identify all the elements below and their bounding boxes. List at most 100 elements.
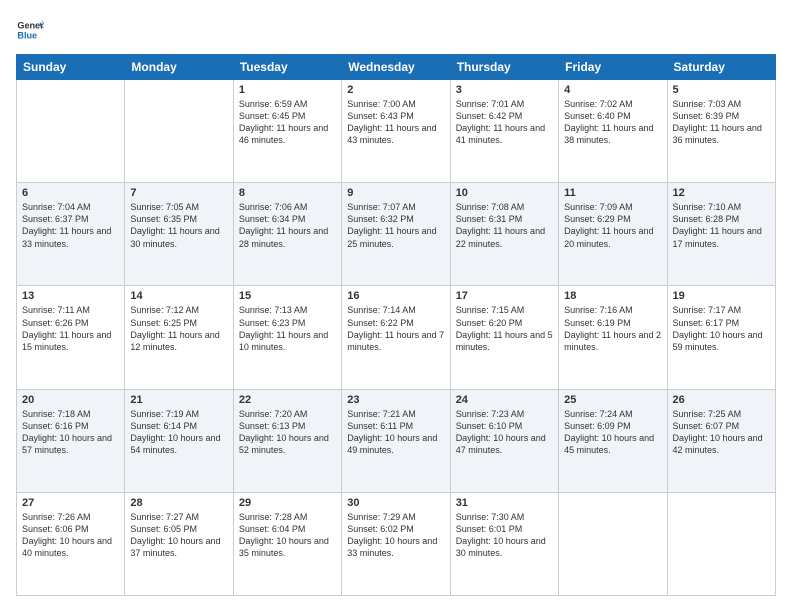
day-cell: 18 Sunrise: 7:16 AM Sunset: 6:19 PM Dayli… <box>559 286 667 389</box>
day-cell: 28Sunrise: 7:27 AM Sunset: 6:05 PM Dayli… <box>125 492 233 595</box>
weekday-header-monday: Monday <box>125 55 233 80</box>
day-number: 23 <box>347 394 444 406</box>
day-cell: 25 Sunrise: 7:24 AM Sunset: 6:09 PM Dayli… <box>559 389 667 492</box>
day-cell: 5 Sunrise: 7:03 AM Sunset: 6:39 PM Daylig… <box>667 80 775 183</box>
day-info: Sunrise: 7:27 AM Sunset: 6:05 PM Dayligh… <box>130 511 227 560</box>
day-number: 17 <box>456 290 553 302</box>
day-number: 22 <box>239 394 336 406</box>
day-number: 3 <box>456 84 553 96</box>
day-cell <box>667 492 775 595</box>
day-number: 1 <box>239 84 336 96</box>
day-info: Sunrise: 7:02 AM Sunset: 6:40 PM Dayligh… <box>564 98 661 147</box>
logo: General Blue <box>16 16 48 44</box>
day-number: 27 <box>22 497 119 509</box>
day-cell: 2Sunrise: 7:00 AM Sunset: 6:43 PM Daylig… <box>342 80 450 183</box>
day-number: 14 <box>130 290 227 302</box>
day-number: 18 <box>564 290 661 302</box>
day-cell <box>559 492 667 595</box>
page: General Blue SundayMondayTuesdayWednesda… <box>0 0 792 612</box>
day-number: 15 <box>239 290 336 302</box>
day-cell: 4 Sunrise: 7:02 AM Sunset: 6:40 PM Daylig… <box>559 80 667 183</box>
day-info: Sunrise: 7:30 AM Sunset: 6:01 PM Dayligh… <box>456 511 553 560</box>
day-info: Sunrise: 7:28 AM Sunset: 6:04 PM Dayligh… <box>239 511 336 560</box>
week-row-3: 13 Sunrise: 7:11 AM Sunset: 6:26 PM Dayli… <box>17 286 776 389</box>
day-cell: 10Sunrise: 7:08 AM Sunset: 6:31 PM Dayli… <box>450 183 558 286</box>
day-info: Sunrise: 7:17 AM Sunset: 6:17 PM Dayligh… <box>673 304 770 353</box>
day-number: 25 <box>564 394 661 406</box>
day-info: Sunrise: 7:12 AM Sunset: 6:25 PM Dayligh… <box>130 304 227 353</box>
day-info: Sunrise: 7:14 AM Sunset: 6:22 PM Dayligh… <box>347 304 444 353</box>
day-number: 19 <box>673 290 770 302</box>
day-cell <box>17 80 125 183</box>
day-number: 26 <box>673 394 770 406</box>
day-info: Sunrise: 7:04 AM Sunset: 6:37 PM Dayligh… <box>22 201 119 250</box>
weekday-header-row: SundayMondayTuesdayWednesdayThursdayFrid… <box>17 55 776 80</box>
day-info: Sunrise: 7:07 AM Sunset: 6:32 PM Dayligh… <box>347 201 444 250</box>
day-info: Sunrise: 7:16 AM Sunset: 6:19 PM Dayligh… <box>564 304 661 353</box>
day-cell <box>125 80 233 183</box>
day-cell: 16Sunrise: 7:14 AM Sunset: 6:22 PM Dayli… <box>342 286 450 389</box>
day-number: 29 <box>239 497 336 509</box>
day-number: 24 <box>456 394 553 406</box>
day-info: Sunrise: 7:06 AM Sunset: 6:34 PM Dayligh… <box>239 201 336 250</box>
weekday-header-wednesday: Wednesday <box>342 55 450 80</box>
day-info: Sunrise: 7:23 AM Sunset: 6:10 PM Dayligh… <box>456 408 553 457</box>
day-number: 10 <box>456 187 553 199</box>
week-row-2: 6 Sunrise: 7:04 AM Sunset: 6:37 PM Daylig… <box>17 183 776 286</box>
day-cell: 23Sunrise: 7:21 AM Sunset: 6:11 PM Dayli… <box>342 389 450 492</box>
day-cell: 17 Sunrise: 7:15 AM Sunset: 6:20 PM Dayli… <box>450 286 558 389</box>
header: General Blue <box>16 16 776 44</box>
day-cell: 19 Sunrise: 7:17 AM Sunset: 6:17 PM Dayli… <box>667 286 775 389</box>
day-number: 31 <box>456 497 553 509</box>
weekday-header-saturday: Saturday <box>667 55 775 80</box>
day-cell: 31 Sunrise: 7:30 AM Sunset: 6:01 PM Dayli… <box>450 492 558 595</box>
day-info: Sunrise: 7:09 AM Sunset: 6:29 PM Dayligh… <box>564 201 661 250</box>
day-cell: 6 Sunrise: 7:04 AM Sunset: 6:37 PM Daylig… <box>17 183 125 286</box>
day-cell: 7 Sunrise: 7:05 AM Sunset: 6:35 PM Daylig… <box>125 183 233 286</box>
day-cell: 9Sunrise: 7:07 AM Sunset: 6:32 PM Daylig… <box>342 183 450 286</box>
day-cell: 3Sunrise: 7:01 AM Sunset: 6:42 PM Daylig… <box>450 80 558 183</box>
day-number: 8 <box>239 187 336 199</box>
day-cell: 8 Sunrise: 7:06 AM Sunset: 6:34 PM Daylig… <box>233 183 341 286</box>
day-number: 7 <box>130 187 227 199</box>
day-number: 4 <box>564 84 661 96</box>
day-info: Sunrise: 7:18 AM Sunset: 6:16 PM Dayligh… <box>22 408 119 457</box>
day-cell: 20 Sunrise: 7:18 AM Sunset: 6:16 PM Dayli… <box>17 389 125 492</box>
day-number: 12 <box>673 187 770 199</box>
day-info: Sunrise: 7:26 AM Sunset: 6:06 PM Dayligh… <box>22 511 119 560</box>
day-cell: 12Sunrise: 7:10 AM Sunset: 6:28 PM Dayli… <box>667 183 775 286</box>
day-cell: 22 Sunrise: 7:20 AM Sunset: 6:13 PM Dayli… <box>233 389 341 492</box>
week-row-1: 1Sunrise: 6:59 AM Sunset: 6:45 PM Daylig… <box>17 80 776 183</box>
day-cell: 15 Sunrise: 7:13 AM Sunset: 6:23 PM Dayli… <box>233 286 341 389</box>
day-cell: 1Sunrise: 6:59 AM Sunset: 6:45 PM Daylig… <box>233 80 341 183</box>
day-cell: 11 Sunrise: 7:09 AM Sunset: 6:29 PM Dayli… <box>559 183 667 286</box>
svg-text:Blue: Blue <box>17 30 37 40</box>
day-cell: 29 Sunrise: 7:28 AM Sunset: 6:04 PM Dayli… <box>233 492 341 595</box>
weekday-header-friday: Friday <box>559 55 667 80</box>
day-number: 5 <box>673 84 770 96</box>
day-info: Sunrise: 7:05 AM Sunset: 6:35 PM Dayligh… <box>130 201 227 250</box>
day-cell: 13 Sunrise: 7:11 AM Sunset: 6:26 PM Dayli… <box>17 286 125 389</box>
day-info: Sunrise: 7:11 AM Sunset: 6:26 PM Dayligh… <box>22 304 119 353</box>
week-row-4: 20 Sunrise: 7:18 AM Sunset: 6:16 PM Dayli… <box>17 389 776 492</box>
day-cell: 14 Sunrise: 7:12 AM Sunset: 6:25 PM Dayli… <box>125 286 233 389</box>
day-info: Sunrise: 7:20 AM Sunset: 6:13 PM Dayligh… <box>239 408 336 457</box>
day-info: Sunrise: 7:24 AM Sunset: 6:09 PM Dayligh… <box>564 408 661 457</box>
week-row-5: 27 Sunrise: 7:26 AM Sunset: 6:06 PM Dayli… <box>17 492 776 595</box>
calendar-table: SundayMondayTuesdayWednesdayThursdayFrid… <box>16 54 776 596</box>
day-cell: 21Sunrise: 7:19 AM Sunset: 6:14 PM Dayli… <box>125 389 233 492</box>
day-number: 30 <box>347 497 444 509</box>
day-number: 2 <box>347 84 444 96</box>
day-number: 6 <box>22 187 119 199</box>
day-info: Sunrise: 7:15 AM Sunset: 6:20 PM Dayligh… <box>456 304 553 353</box>
day-info: Sunrise: 7:29 AM Sunset: 6:02 PM Dayligh… <box>347 511 444 560</box>
weekday-header-sunday: Sunday <box>17 55 125 80</box>
weekday-header-thursday: Thursday <box>450 55 558 80</box>
day-number: 13 <box>22 290 119 302</box>
day-number: 20 <box>22 394 119 406</box>
day-info: Sunrise: 7:03 AM Sunset: 6:39 PM Dayligh… <box>673 98 770 147</box>
weekday-header-tuesday: Tuesday <box>233 55 341 80</box>
day-cell: 27 Sunrise: 7:26 AM Sunset: 6:06 PM Dayli… <box>17 492 125 595</box>
day-number: 11 <box>564 187 661 199</box>
day-info: Sunrise: 7:13 AM Sunset: 6:23 PM Dayligh… <box>239 304 336 353</box>
